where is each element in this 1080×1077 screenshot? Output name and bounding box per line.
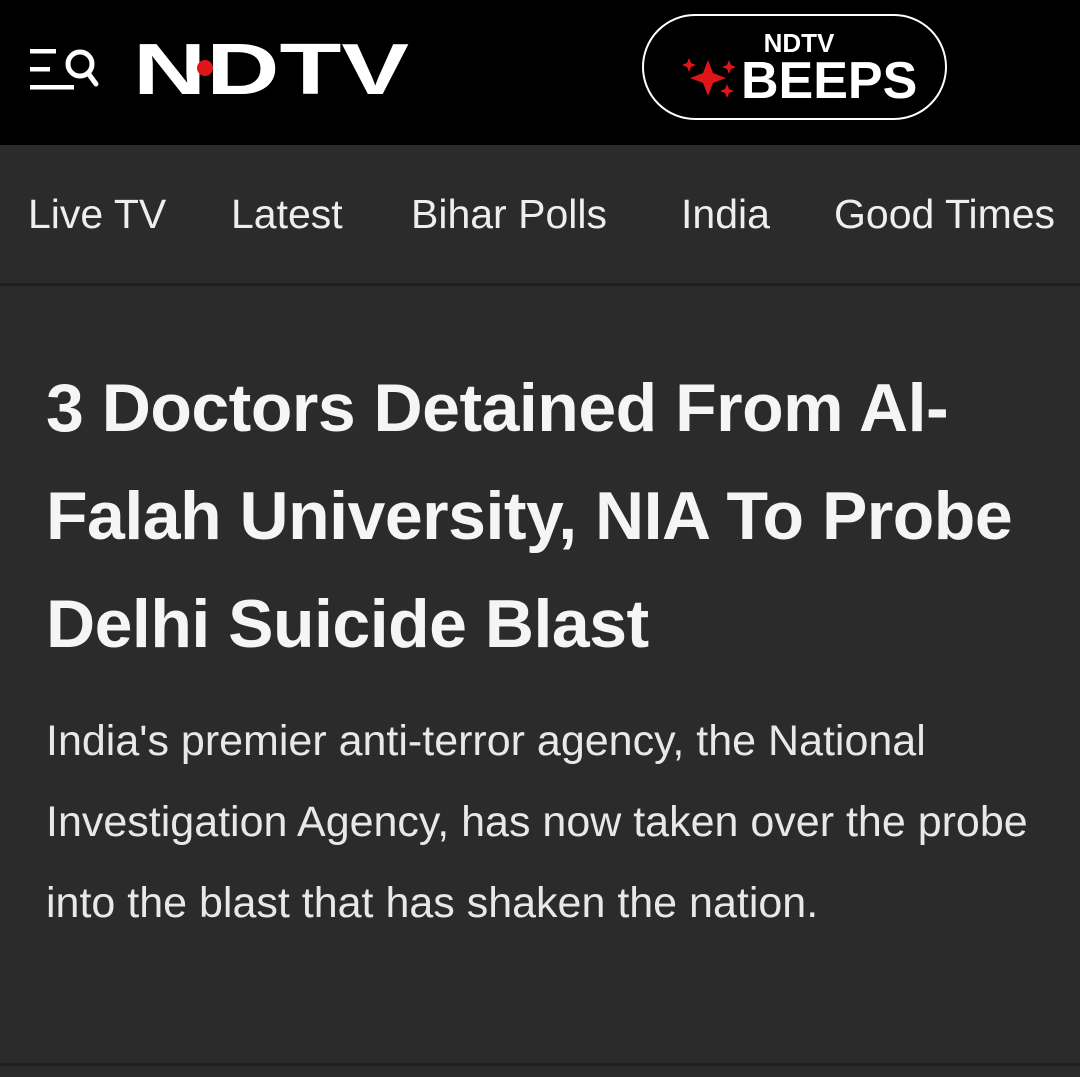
ndtv-beeps-button[interactable]: NDTV BEEPS <box>642 14 947 120</box>
article-card[interactable]: 3 Doctors Detained From Al-Falah Univers… <box>0 286 1080 1064</box>
article-headline[interactable]: 3 Doctors Detained From Al-Falah Univers… <box>46 354 1056 678</box>
article-summary: India's premier anti-terror agency, the … <box>46 717 1028 927</box>
ndtv-logo-mark: NDTV <box>133 30 409 110</box>
next-section <box>0 1066 1080 1077</box>
nav-item-india[interactable]: India <box>681 189 770 239</box>
menu-search-button[interactable] <box>28 44 100 96</box>
nav-item-live-tv[interactable]: Live TV <box>28 189 166 239</box>
menu-search-icon <box>30 49 99 90</box>
nav-item-latest[interactable]: Latest <box>231 189 343 239</box>
sparkles-icon <box>682 58 736 98</box>
logo-text: NDTV <box>133 38 409 100</box>
beeps-label: BEEPS <box>741 52 918 110</box>
logo-red-dot <box>197 60 213 76</box>
ndtv-logo[interactable]: NDTV <box>133 30 413 110</box>
top-bar: NDTV NDTV BEEPS <box>0 0 1080 145</box>
nav-item-bihar-polls[interactable]: Bihar Polls <box>411 189 607 239</box>
nav-item-good-times[interactable]: Good Times <box>834 189 1055 239</box>
category-nav: Live TV Latest Bihar Polls India Good Ti… <box>0 145 1080 286</box>
